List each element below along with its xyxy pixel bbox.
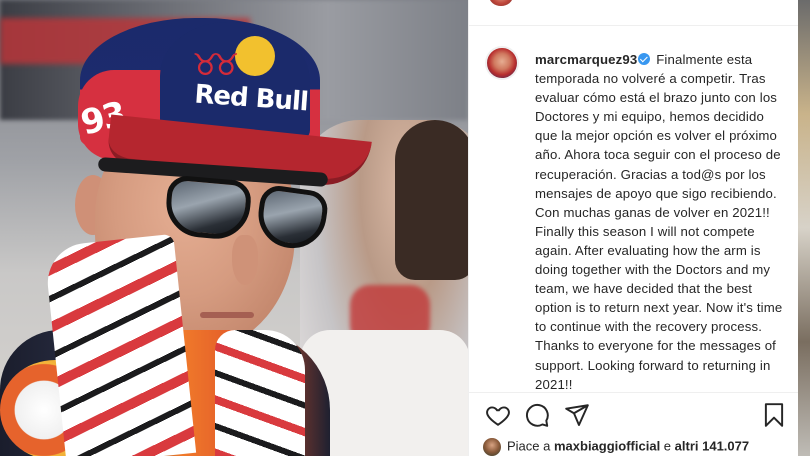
avatar[interactable]: [489, 0, 513, 6]
author-avatar[interactable]: [485, 46, 519, 80]
rider-nose: [232, 235, 258, 285]
divider: [469, 392, 799, 393]
background-person-hair: [395, 120, 468, 280]
post-photo[interactable]: ♉♉ Red Bull 93: [0, 0, 468, 456]
previous-comment-strip: [469, 0, 799, 26]
caption-english: Finally this season I will not compete a…: [535, 223, 787, 392]
post-caption: marcmarquez93 Finalmente esta temporada …: [535, 50, 785, 394]
adjacent-photo-edge: [798, 0, 810, 456]
likes-prefix: Piace a: [507, 438, 554, 454]
likes-summary: Piace a maxbiaggiofficial e altri 141.07…: [483, 438, 793, 456]
likes-count-link[interactable]: altri 141.077: [675, 438, 749, 453]
towel-left: [43, 233, 197, 456]
heart-icon[interactable]: [485, 402, 511, 428]
bookmark-icon[interactable]: [761, 402, 787, 428]
action-bar: [469, 398, 799, 432]
likes-middle: e: [660, 438, 675, 454]
post-panel: marcmarquez93 Finalmente esta temporada …: [468, 0, 799, 456]
liker-username[interactable]: maxbiaggiofficial: [554, 438, 660, 453]
cap-bulls-logo: ♉♉: [192, 49, 240, 82]
author-username[interactable]: marcmarquez93: [535, 52, 637, 67]
verified-badge-icon: [638, 53, 651, 65]
liker-avatar[interactable]: [483, 438, 501, 456]
comment-icon[interactable]: [524, 402, 550, 428]
paper-plane-icon[interactable]: [564, 402, 590, 428]
caption-spanish: Finalmente esta temporada no volveré a c…: [535, 52, 785, 220]
rider-mouth: [200, 312, 254, 318]
towel-right: [215, 330, 305, 456]
